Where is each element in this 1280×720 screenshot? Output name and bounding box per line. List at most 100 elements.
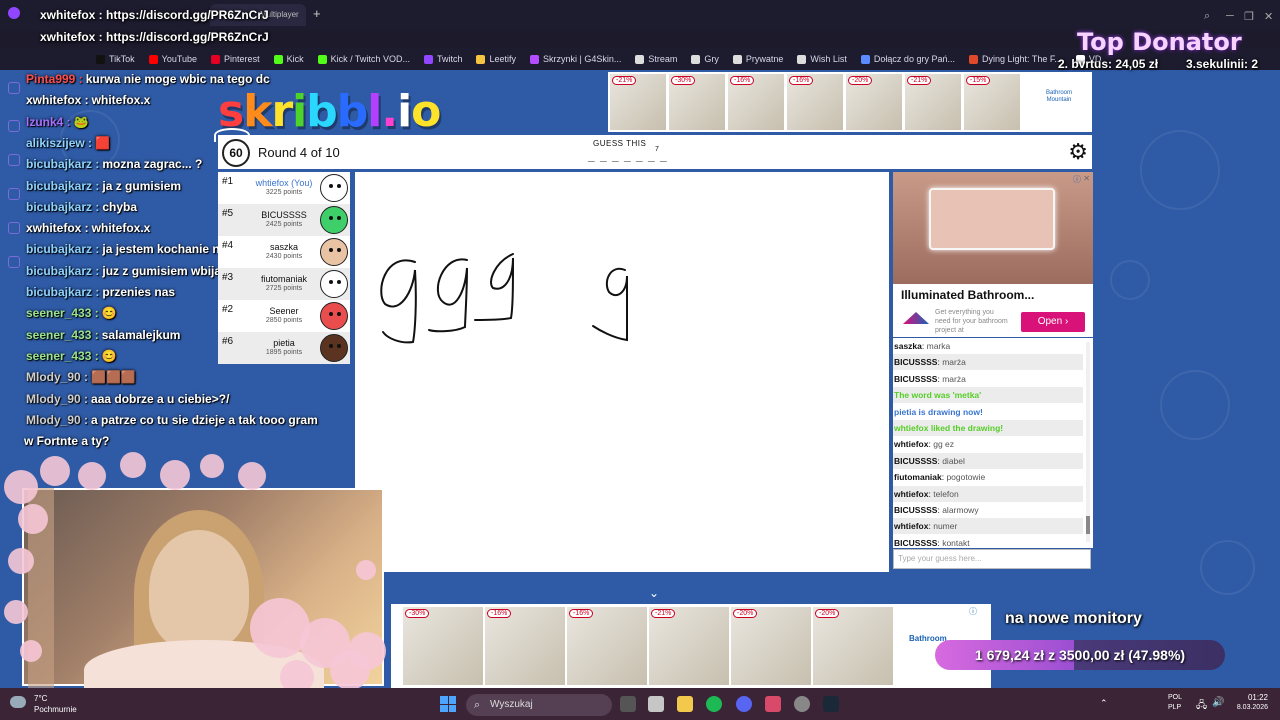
chat-scrollbar-thumb[interactable] bbox=[1086, 516, 1090, 534]
chat-username[interactable]: seener_433 : bbox=[26, 306, 99, 320]
ad-product-thumb[interactable]: -15% bbox=[964, 74, 1020, 130]
ad-product-thumb[interactable]: -30% bbox=[669, 74, 725, 130]
ad-product-thumb[interactable]: -21% bbox=[649, 607, 729, 685]
bookmark-item[interactable]: YouTube bbox=[148, 54, 197, 64]
drawing-canvas[interactable] bbox=[355, 172, 889, 572]
ad-product-thumb[interactable]: -16% bbox=[567, 607, 647, 685]
blossom-petal bbox=[8, 548, 34, 574]
player-row[interactable]: #6 pietia 1895 points bbox=[218, 332, 350, 364]
ad-product-thumb[interactable]: -30% bbox=[403, 607, 483, 685]
sidebar-icon[interactable] bbox=[8, 120, 20, 132]
bookmark-item[interactable]: TikTok bbox=[96, 54, 135, 64]
bookmark-item[interactable]: Stream bbox=[635, 54, 677, 64]
chat-username[interactable]: Mlody_90 : bbox=[26, 413, 88, 427]
ad-product-thumb[interactable]: -16% bbox=[485, 607, 565, 685]
app-icon[interactable] bbox=[765, 696, 781, 712]
lang-layout[interactable]: PLP bbox=[1168, 704, 1181, 711]
ad-product-thumb[interactable]: -20% bbox=[813, 607, 893, 685]
bookmark-item[interactable]: Leetify bbox=[476, 54, 516, 64]
discord-icon[interactable] bbox=[736, 696, 752, 712]
bookmark-item[interactable]: Twitch bbox=[423, 54, 462, 64]
chat-username[interactable]: bicubajkarz : bbox=[26, 200, 99, 214]
network-icon[interactable]: 🖧 bbox=[1196, 698, 1207, 715]
ad-banner-bottom[interactable]: Bathroom ⓘ -30% -16% -16% -21% -20% -20% bbox=[391, 604, 991, 688]
bookmark-item[interactable]: Dying Light: The F... bbox=[968, 54, 1062, 64]
player-row[interactable]: #5 BICUSSSS 2425 points bbox=[218, 204, 350, 236]
bookmark-item[interactable]: Prywatne bbox=[732, 54, 783, 64]
player-row[interactable]: #3 fiutomaniak 2725 points bbox=[218, 268, 350, 300]
ad-right[interactable]: ⓘ ✕ Illuminated Bathroom... Get everythi… bbox=[893, 172, 1093, 337]
player-row[interactable]: #1 whtiefox (You) 3225 points bbox=[218, 172, 350, 204]
chat-username[interactable]: seener_433 : bbox=[26, 328, 99, 342]
guess-input[interactable]: Type your guess here... bbox=[893, 549, 1091, 569]
ad-product-thumb[interactable]: -16% bbox=[728, 74, 784, 130]
chat-username[interactable]: alikiszijew : bbox=[26, 136, 92, 150]
bookmark-icon bbox=[732, 54, 742, 64]
chat-username[interactable]: bicubajkarz : bbox=[26, 242, 99, 256]
chevron-down-icon[interactable]: ⌄ bbox=[646, 586, 662, 602]
player-row[interactable]: #4 saszka 2430 points bbox=[218, 236, 350, 268]
sidebar-icon[interactable] bbox=[8, 256, 20, 268]
ad-product-thumb[interactable]: -21% bbox=[905, 74, 961, 130]
ad-choices-icon[interactable]: ⓘ bbox=[1073, 174, 1081, 185]
settings-gear-icon[interactable]: ⚙ bbox=[1068, 139, 1088, 165]
ad-product-thumb[interactable]: -21% bbox=[610, 74, 666, 130]
ad-banner-top[interactable]: Bathroom Mountain -21% -30% -16% -16% -20% -2… bbox=[608, 72, 1092, 132]
calculator-icon[interactable] bbox=[648, 696, 664, 712]
search-tabs-icon[interactable]: ⌕ bbox=[1204, 10, 1210, 23]
bookmark-item[interactable]: Kick / Twitch VOD... bbox=[317, 54, 410, 64]
chat-username[interactable]: bicubajkarz : bbox=[26, 264, 99, 278]
game-chat-text: diabel bbox=[942, 455, 965, 466]
sidebar-icon[interactable] bbox=[8, 154, 20, 166]
windows-start-icon[interactable] bbox=[440, 696, 456, 712]
chat-username[interactable]: seener_433 : bbox=[26, 349, 99, 363]
ad-choices-icon[interactable]: ⓘ bbox=[969, 606, 977, 617]
bookmark-item[interactable]: Kick bbox=[273, 54, 304, 64]
maximize-button[interactable]: ❐ bbox=[1244, 10, 1254, 23]
sidebar-icon[interactable] bbox=[8, 82, 20, 94]
minimize-button[interactable]: ─ bbox=[1226, 10, 1234, 22]
ad-close-icon[interactable]: ✕ bbox=[1083, 174, 1090, 183]
chat-username[interactable]: xwhitefox : bbox=[26, 221, 89, 235]
chat-username[interactable]: bicubajkarz : bbox=[26, 179, 99, 193]
sidebar-icon[interactable] bbox=[8, 222, 20, 234]
steam-icon[interactable] bbox=[823, 696, 839, 712]
ad-product-thumb[interactable]: -16% bbox=[787, 74, 843, 130]
close-button[interactable]: ✕ bbox=[1264, 10, 1273, 23]
chat-username[interactable]: Mlody_90 : bbox=[26, 392, 88, 406]
player-name: whtiefox (You) bbox=[255, 178, 313, 188]
ad-product-thumb[interactable]: -20% bbox=[846, 74, 902, 130]
chat-username[interactable]: bicubajkarz : bbox=[26, 285, 99, 299]
browser-icon[interactable] bbox=[794, 696, 810, 712]
clock-time[interactable]: 01:22 bbox=[1232, 693, 1268, 702]
player-name: BICUSSSS bbox=[261, 210, 307, 220]
task-view-icon[interactable] bbox=[620, 696, 636, 712]
chevron-up-icon[interactable]: ⌃ bbox=[1100, 698, 1108, 709]
bookmark-item[interactable]: Wish List bbox=[797, 54, 847, 64]
ad-open-button[interactable]: Open › bbox=[1021, 312, 1085, 332]
chat-username[interactable]: Pinta999 : bbox=[26, 72, 83, 86]
discount-badge: -15% bbox=[966, 76, 991, 85]
clock-date[interactable]: 8.03.2026 bbox=[1226, 704, 1268, 711]
spotify-icon[interactable] bbox=[706, 696, 722, 712]
bookmark-item[interactable]: Dołącz do gry Pań... bbox=[860, 54, 955, 64]
weather-temp: 7°C bbox=[34, 694, 48, 703]
chat-username[interactable]: lzunk4 : bbox=[26, 115, 71, 129]
volume-icon[interactable]: 🔊 bbox=[1212, 697, 1224, 708]
taskbar-search[interactable]: ⌕ Wyszukaj bbox=[466, 694, 612, 716]
sidebar-icon[interactable] bbox=[8, 188, 20, 200]
bookmark-item[interactable]: Pinterest bbox=[211, 54, 260, 64]
bookmark-item[interactable]: Skrzynki | G4Skin... bbox=[530, 54, 621, 64]
lang-indicator[interactable]: POL bbox=[1168, 694, 1182, 701]
ad-product-thumb[interactable]: -20% bbox=[731, 607, 811, 685]
game-chat-text: pietia is drawing now! bbox=[894, 406, 983, 417]
player-row[interactable]: #2 Seener 2850 points bbox=[218, 300, 350, 332]
chat-scrollbar[interactable] bbox=[1086, 342, 1090, 542]
chat-username[interactable]: xwhitefox : bbox=[26, 93, 89, 107]
game-chat-text: kontakt bbox=[942, 537, 970, 548]
new-tab-button[interactable]: + bbox=[313, 6, 321, 21]
chat-username[interactable]: bicubajkarz : bbox=[26, 157, 99, 171]
chat-username[interactable]: Mlody_90 : bbox=[26, 370, 88, 384]
bookmark-item[interactable]: Gry bbox=[691, 54, 719, 64]
file-explorer-icon[interactable] bbox=[677, 696, 693, 712]
